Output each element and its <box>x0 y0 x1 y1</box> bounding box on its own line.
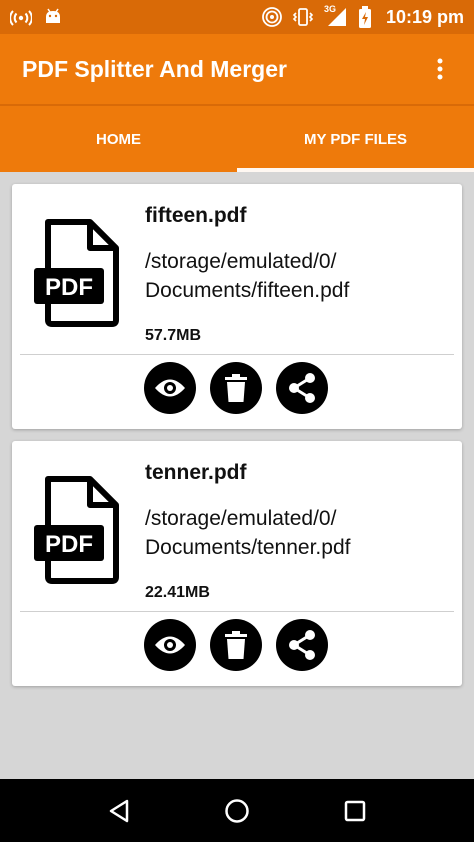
tab-home[interactable]: HOME <box>0 106 237 172</box>
file-size: 57.7MB <box>145 327 202 344</box>
share-button[interactable] <box>276 362 328 414</box>
file-actions <box>144 619 328 671</box>
nav-recents-button[interactable] <box>330 786 380 836</box>
signal-icon: 3G <box>324 4 348 28</box>
delete-button[interactable] <box>210 619 262 671</box>
file-name: fifteen.pdf <box>145 204 247 227</box>
system-nav-bar <box>0 779 474 842</box>
file-card[interactable]: PDF tenner.pdf /storage/emulated/0/ Docu… <box>12 441 462 686</box>
view-icon <box>155 379 185 397</box>
divider <box>20 354 454 355</box>
pdf-file-list: PDF fifteen.pdf /storage/emulated/0/ Doc… <box>12 184 462 698</box>
app-title: PDF Splitter And Merger <box>22 55 287 82</box>
pdf-icon-label: PDF <box>45 531 93 558</box>
recents-square-icon <box>344 800 366 821</box>
more-vert-icon <box>437 58 443 80</box>
status-time: 10:19 pm <box>385 6 464 27</box>
cast-icon <box>262 7 282 27</box>
app-bar: PDF Splitter And Merger <box>0 34 474 104</box>
tab-home-label: HOME <box>96 130 141 148</box>
delete-icon <box>225 631 247 659</box>
view-button[interactable] <box>144 619 196 671</box>
delete-icon <box>225 374 247 402</box>
nav-back-button[interactable] <box>94 786 144 836</box>
delete-button[interactable] <box>210 362 262 414</box>
share-icon <box>289 630 315 660</box>
pdf-file-icon: PDF <box>34 219 119 327</box>
view-icon <box>155 636 185 654</box>
share-button[interactable] <box>276 619 328 671</box>
file-actions <box>144 362 328 414</box>
file-size: 22.41MB <box>145 584 210 601</box>
tab-bar: HOME MY PDF FILES <box>0 104 474 172</box>
file-path: /storage/emulated/0/ Documents/fifteen.p… <box>145 250 350 302</box>
battery-icon <box>358 6 371 28</box>
status-bar: 3G 10:19 pm <box>0 0 474 34</box>
nav-home-button[interactable] <box>212 786 262 836</box>
view-button[interactable] <box>144 362 196 414</box>
hotspot-icon <box>10 10 32 26</box>
tab-my-pdf-files[interactable]: MY PDF FILES <box>237 106 474 172</box>
divider <box>20 611 454 612</box>
vibrate-icon <box>292 8 314 26</box>
file-card[interactable]: PDF fifteen.pdf /storage/emulated/0/ Doc… <box>12 184 462 429</box>
pdf-file-icon: PDF <box>34 476 119 584</box>
home-circle-icon <box>225 798 249 823</box>
pdf-icon-label: PDF <box>45 274 93 301</box>
file-name: tenner.pdf <box>145 461 247 484</box>
share-icon <box>289 373 315 403</box>
back-triangle-icon <box>109 799 129 822</box>
file-path: /storage/emulated/0/ Documents/tenner.pd… <box>145 507 351 559</box>
android-icon <box>46 8 60 23</box>
tab-my-pdf-files-label: MY PDF FILES <box>303 130 408 148</box>
overflow-menu-button[interactable] <box>428 49 452 89</box>
